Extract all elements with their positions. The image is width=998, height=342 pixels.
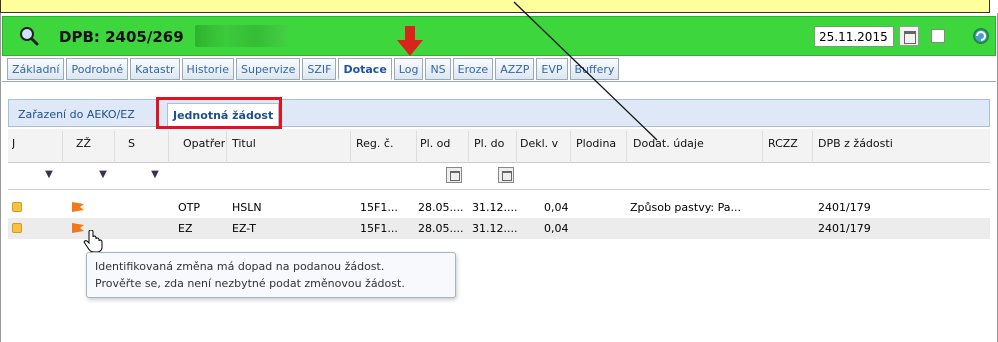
impact-tooltip: Identifikovaná změna má dopad na podanou… [86, 252, 456, 298]
calendar-icon[interactable] [899, 26, 919, 46]
cell-pl-od: 28.05.... [418, 201, 464, 214]
cell-pl-od: 28.05.... [418, 222, 464, 235]
header-checkbox[interactable] [931, 29, 945, 43]
col-header-pl-do[interactable]: Pl. do [474, 137, 504, 150]
cell-reg: 15F1... [360, 222, 398, 235]
cell-titul: HSLN [232, 201, 262, 214]
chevron-down-icon[interactable]: ▼ [146, 169, 164, 185]
tab-dotace[interactable]: Dotace [338, 58, 392, 80]
col-header-reg[interactable]: Reg. č. [356, 137, 393, 150]
cell-titul: EZ-T [232, 222, 256, 235]
col-header-opatreni[interactable]: Opatření [183, 137, 225, 150]
annotation-callout [0, 0, 990, 13]
grid-header: J ZŽ S Opatření Titul Reg. č. Pl. od Pl.… [8, 129, 990, 163]
col-header-titul[interactable]: Titul [232, 137, 256, 150]
cell-dekl: 0,04 [544, 201, 569, 214]
flag-icon[interactable] [72, 202, 84, 212]
tab-historie[interactable]: Historie [181, 58, 234, 80]
cell-dpb: 2401/179 [818, 222, 871, 235]
col-header-dekl[interactable]: Dekl. v [520, 137, 568, 150]
col-header-pl-od[interactable]: Pl. od [420, 137, 450, 150]
redacted-area [195, 25, 287, 47]
record-header: DPB: 2405/269 [2, 16, 996, 56]
tab-buffery[interactable]: Buffery [569, 58, 620, 80]
col-header-s[interactable]: S [128, 137, 135, 150]
col-header-dodat[interactable]: Dodat. údaje [633, 137, 704, 150]
expand-icon[interactable] [12, 223, 22, 233]
tab-strip: Základní Podrobné Katastr Historie Super… [7, 58, 621, 82]
col-header-zz[interactable]: ZŽ [76, 137, 91, 150]
tab-divider [2, 81, 996, 82]
down-arrow-icon [397, 26, 423, 56]
cell-dekl: 0,04 [544, 222, 569, 235]
table-row[interactable]: OTP HSLN 15F1... 28.05.... 31.12.... 0,0… [8, 197, 990, 218]
tab-ns[interactable]: NS [425, 58, 451, 80]
col-header-j[interactable]: J [12, 137, 15, 150]
hand-cursor-icon [83, 230, 103, 253]
cell-opatreni: EZ [178, 222, 193, 235]
highlight-box [156, 97, 282, 129]
tab-evp[interactable]: EVP [536, 58, 568, 80]
search-icon[interactable] [19, 26, 39, 46]
chevron-down-icon[interactable]: ▼ [40, 169, 58, 185]
cell-pl-do: 31.12.... [472, 201, 518, 214]
chevron-down-icon[interactable]: ▼ [94, 169, 112, 185]
cell-pl-do: 31.12.... [472, 222, 518, 235]
tab-zakladni[interactable]: Základní [7, 58, 65, 80]
tab-katastr[interactable]: Katastr [130, 58, 180, 80]
tab-podrobne[interactable]: Podrobné [66, 58, 129, 80]
table-row[interactable]: EZ EZ-T 15F1... 28.05.... 31.12.... 0,04… [8, 218, 990, 239]
col-header-plodina[interactable]: Plodina [576, 137, 616, 150]
tab-supervize[interactable]: Supervize [236, 58, 301, 80]
tab-log[interactable]: Log [393, 58, 424, 80]
cell-dodat: Způsob pastvy: Pa... [630, 201, 741, 214]
date-field[interactable] [814, 26, 894, 47]
col-header-rczz[interactable]: RCZZ [768, 137, 798, 150]
tooltip-line-1: Identifikovaná změna má dopad na podanou… [95, 260, 385, 273]
tab-szif[interactable]: SZIF [302, 58, 337, 80]
calendar-icon[interactable] [498, 167, 514, 183]
subtab-zarazeni[interactable]: Zařazení do AEKO/EZ [13, 103, 140, 127]
refresh-icon[interactable] [972, 27, 990, 45]
col-header-dpb[interactable]: DPB z žádosti [818, 137, 893, 150]
tab-eroze[interactable]: Eroze [452, 58, 494, 80]
record-title: DPB: 2405/269 [59, 28, 184, 46]
cell-opatreni: OTP [178, 201, 201, 214]
tab-azzp[interactable]: AZZP [495, 58, 535, 80]
calendar-icon[interactable] [446, 167, 462, 183]
cell-reg: 15F1... [360, 201, 398, 214]
cell-dpb: 2401/179 [818, 201, 871, 214]
tooltip-line-2: Prověřte se, zda není nezbytné podat změ… [95, 277, 405, 290]
expand-icon[interactable] [12, 202, 22, 212]
